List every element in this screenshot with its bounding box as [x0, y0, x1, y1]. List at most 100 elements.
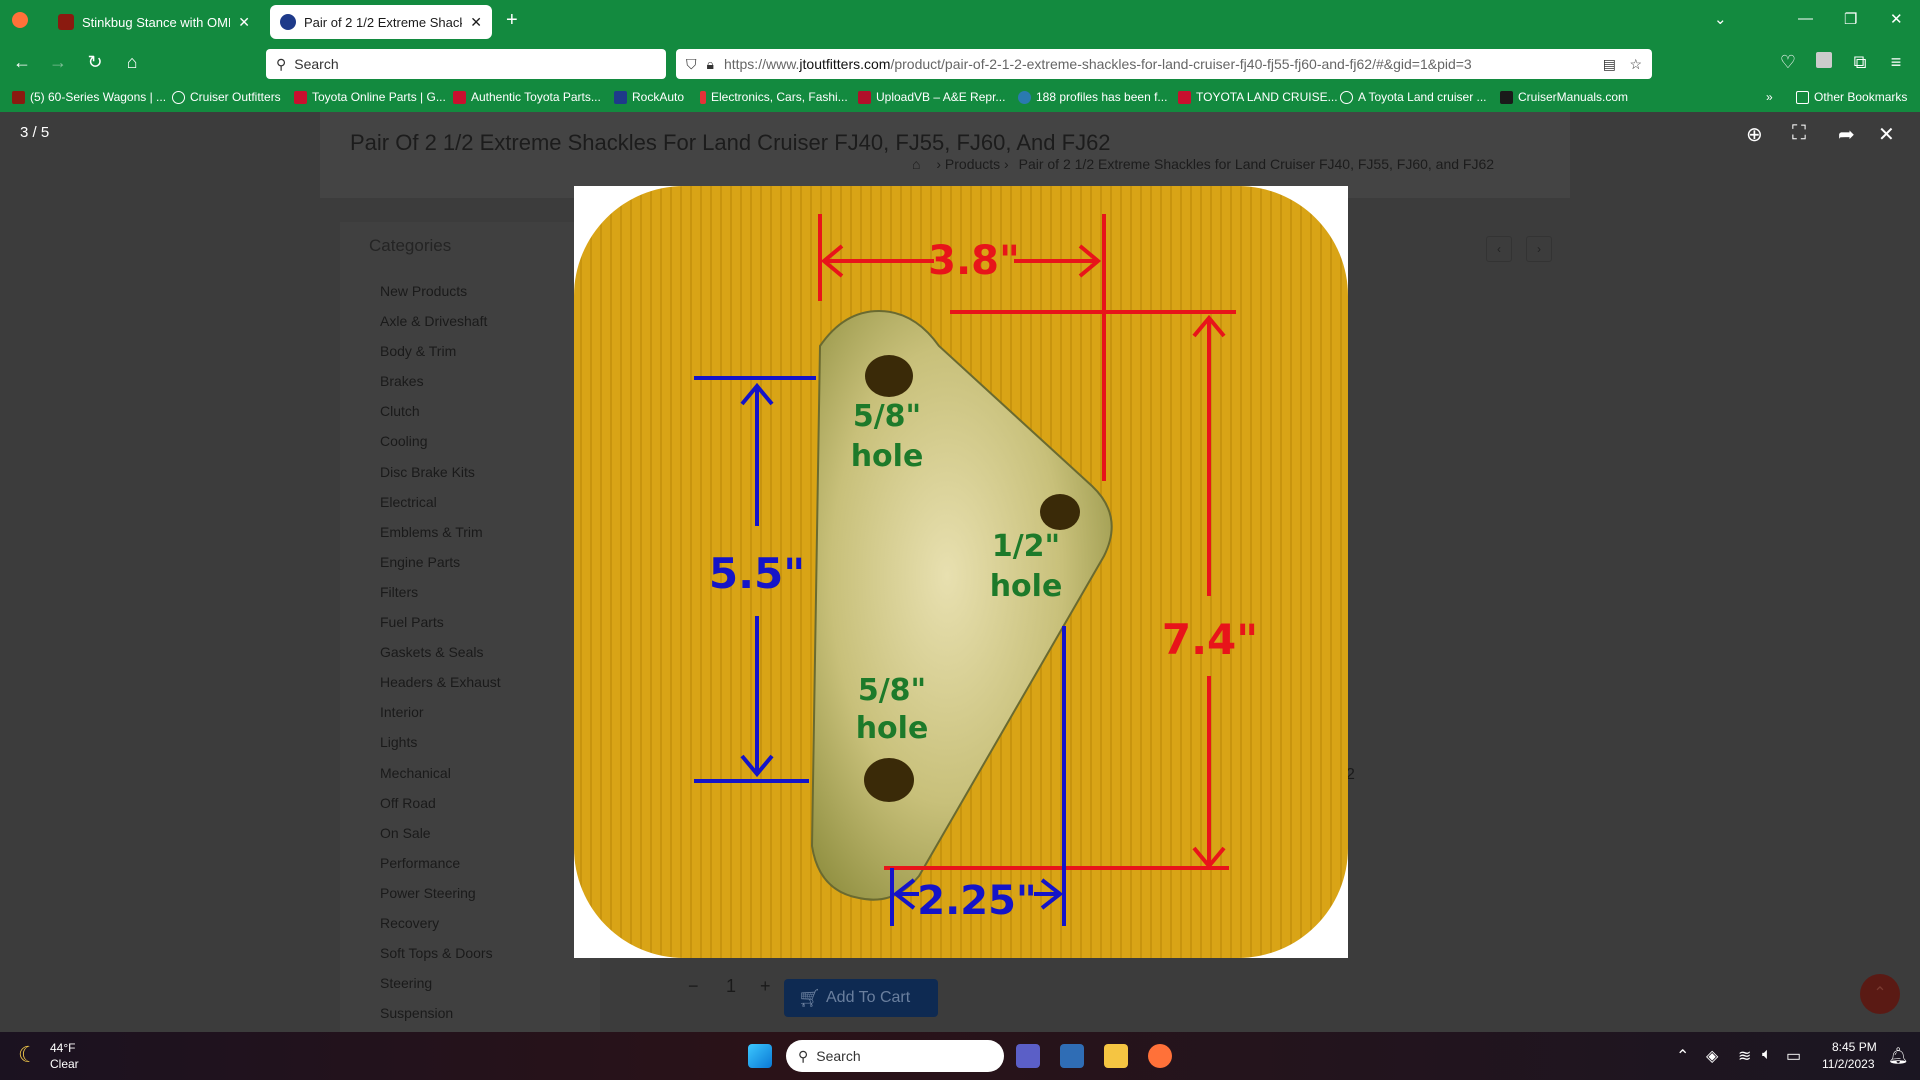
hole-bottom-label: hole [856, 711, 929, 746]
close-window-icon[interactable]: ✕ [1890, 10, 1903, 28]
category-item[interactable]: Steering [380, 968, 501, 998]
category-item[interactable]: Power Steering [380, 878, 501, 908]
reload-icon[interactable]: ↻ [83, 52, 107, 73]
fullscreen-icon[interactable]: ⛶ [1792, 122, 1806, 145]
bookmark-item[interactable]: 188 profiles has been f... [1018, 90, 1167, 104]
shield-icon[interactable]: ⛉ [686, 56, 697, 73]
extensions-icon[interactable]: ⧉ [1848, 52, 1872, 73]
category-item[interactable]: Gaskets & Seals [380, 637, 501, 667]
breadcrumb-products[interactable]: › Products › [936, 156, 1008, 172]
category-item[interactable]: Headers & Exhaust [380, 667, 501, 697]
category-item[interactable]: Soft Tops & Doors [380, 938, 501, 968]
file-explorer-icon[interactable] [1104, 1044, 1128, 1068]
globe-icon [172, 90, 185, 104]
add-to-cart-button[interactable]: 🛒︎ Add To Cart [784, 979, 938, 1017]
teams-icon[interactable] [1016, 1044, 1040, 1068]
bookmark-item[interactable]: TOYOTA LAND CRUISE... [1178, 90, 1338, 104]
qty-input[interactable]: 1 [726, 976, 736, 997]
bookmark-item[interactable]: RockAuto [614, 90, 684, 104]
new-tab-icon[interactable]: + [506, 9, 518, 32]
url-bar[interactable]: ⛉ 🔒︎ https://www. jtoutfitters.com/produc… [676, 49, 1652, 79]
dropbox-icon[interactable]: ◈ [1706, 1046, 1718, 1066]
taskbar-search[interactable]: ⚲ Search [786, 1040, 1004, 1072]
tab-title: Stinkbug Stance with OME- Wh [82, 14, 230, 30]
tab-stinkbug[interactable]: Stinkbug Stance with OME- Wh ✕ [48, 5, 260, 39]
clock-time[interactable]: 8:45 PM [1832, 1040, 1877, 1054]
scroll-top-button[interactable]: ⌃ [1860, 974, 1900, 1014]
wifi-icon[interactable]: ≋ [1738, 1046, 1751, 1066]
image-counter: 3 / 5 [20, 124, 50, 141]
category-item[interactable]: Fuel Parts [380, 607, 501, 637]
restore-icon[interactable]: ❐ [1844, 10, 1857, 28]
bookmark-item[interactable]: Authentic Toyota Parts... [453, 90, 601, 104]
category-item[interactable]: Off Road [380, 788, 501, 818]
other-bookmarks[interactable]: Other Bookmarks [1796, 90, 1907, 104]
bookmark-item[interactable]: Electronics, Cars, Fashi... [700, 90, 848, 104]
battery-icon[interactable]: ▭ [1786, 1046, 1801, 1066]
search-input[interactable]: ⚲ Search [266, 49, 666, 79]
pocket-icon[interactable]: ♡ [1776, 52, 1800, 73]
category-item[interactable]: New Products [380, 276, 501, 306]
firefox-menu-icon[interactable] [12, 12, 28, 28]
category-item[interactable]: Clutch [380, 396, 501, 426]
calculator-icon[interactable] [1060, 1044, 1084, 1068]
category-item[interactable]: Body & Trim [380, 336, 501, 366]
tab-bar: Stinkbug Stance with OME- Wh ✕ Pair of 2… [0, 0, 1920, 44]
bookmark-star-icon[interactable]: ☆ [1629, 56, 1642, 73]
category-item[interactable]: Axle & Driveshaft [380, 306, 501, 336]
tray-chevron-icon[interactable]: ⌃ [1676, 1046, 1689, 1066]
qty-plus-button[interactable]: + [760, 976, 771, 997]
close-tab-icon[interactable]: ✕ [238, 14, 250, 31]
zoom-icon[interactable]: ⊕ [1746, 122, 1763, 147]
volume-icon[interactable]: 🔈︎ [1762, 1046, 1772, 1064]
tab-favicon-icon [280, 14, 296, 30]
windows-start-icon[interactable] [748, 1044, 772, 1068]
category-item[interactable]: Brakes [380, 366, 501, 396]
lock-icon[interactable]: 🔒︎ [707, 56, 714, 73]
minimize-icon[interactable]: — [1798, 10, 1813, 27]
folder-icon [1796, 90, 1809, 104]
weather-temp[interactable]: 44°F [50, 1041, 75, 1055]
bookmark-item[interactable]: (5) 60-Series Wagons | ... [12, 90, 166, 104]
account-icon[interactable] [1812, 52, 1836, 73]
gallery-next-button[interactable]: › [1526, 236, 1552, 262]
category-item[interactable]: Interior [380, 697, 501, 727]
share-icon[interactable]: ➦ [1838, 122, 1855, 147]
gallery-prev-button[interactable]: ‹ [1486, 236, 1512, 262]
bookmark-item[interactable]: UploadVB – A&E Repr... [858, 90, 1005, 104]
category-item[interactable]: Recovery [380, 908, 501, 938]
category-item[interactable]: Emblems & Trim [380, 517, 501, 547]
reader-view-icon[interactable]: ▤ [1603, 56, 1616, 73]
category-item[interactable]: Electrical [380, 487, 501, 517]
weather-condition[interactable]: Clear [50, 1057, 79, 1071]
category-item[interactable]: Performance [380, 848, 501, 878]
more-bookmarks-icon[interactable]: » [1766, 90, 1773, 104]
tab-shackles[interactable]: Pair of 2 1/2 Extreme Shackles f ✕ [270, 5, 492, 39]
bookmark-item[interactable]: A Toyota Land cruiser ... [1340, 90, 1487, 104]
firefox-icon[interactable] [1148, 1044, 1172, 1068]
category-item[interactable]: Lights [380, 727, 501, 757]
home-icon[interactable]: ⌂ [120, 52, 144, 73]
category-item[interactable]: On Sale [380, 818, 501, 848]
bookmark-item[interactable]: Cruiser Outfitters [172, 90, 281, 104]
back-icon[interactable]: ← [10, 52, 34, 73]
category-item[interactable]: Suspension [380, 998, 501, 1028]
category-item[interactable]: Filters [380, 577, 501, 607]
bookmark-item[interactable]: CruiserManuals.com [1500, 90, 1628, 104]
bookmark-item[interactable]: Toyota Online Parts | G... [294, 90, 446, 104]
toyota-icon [1178, 90, 1191, 104]
clock-date[interactable]: 11/2/2023 [1822, 1057, 1875, 1071]
close-tab-icon[interactable]: ✕ [470, 14, 482, 31]
category-item[interactable]: Engine Parts [380, 547, 501, 577]
category-item[interactable]: Disc Brake Kits [380, 457, 501, 487]
category-item[interactable]: Mechanical [380, 758, 501, 788]
close-lightbox-icon[interactable]: ✕ [1878, 122, 1895, 147]
qty-minus-button[interactable]: − [688, 976, 699, 997]
home-icon[interactable]: ⌂ [912, 156, 920, 172]
menu-icon[interactable]: ≡ [1884, 52, 1908, 73]
list-tabs-icon[interactable]: ⌄ [1714, 10, 1727, 28]
category-item[interactable]: Cooling [380, 426, 501, 456]
notification-bell-icon[interactable]: 🔔︎ [1888, 1046, 1908, 1066]
mid-hole [1040, 494, 1080, 530]
forward-icon[interactable]: → [46, 52, 70, 73]
